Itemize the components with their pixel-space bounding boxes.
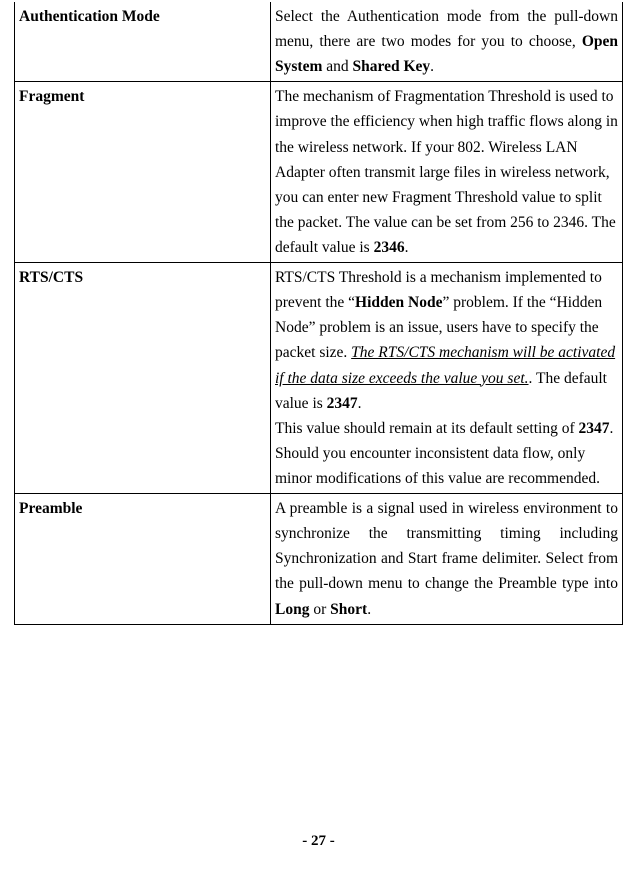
- setting-desc-rts-cts: RTS/CTS Threshold is a mechanism impleme…: [271, 263, 623, 494]
- setting-label-preamble: Preamble: [15, 494, 271, 625]
- table-row: Preamble A preamble is a signal used in …: [15, 494, 623, 625]
- table-row: Authentication Mode Select the Authentic…: [15, 2, 623, 82]
- setting-desc-authentication-mode: Select the Authentication mode from the …: [271, 2, 623, 82]
- setting-label-authentication-mode: Authentication Mode: [15, 2, 271, 82]
- rts-cts-paragraph-1: RTS/CTS Threshold is a mechanism impleme…: [275, 265, 618, 416]
- setting-desc-preamble: A preamble is a signal used in wireless …: [271, 494, 623, 625]
- setting-label-fragment: Fragment: [15, 82, 271, 263]
- table-row: Fragment The mechanism of Fragmentation …: [15, 82, 623, 263]
- setting-desc-fragment: The mechanism of Fragmentation Threshold…: [271, 82, 623, 263]
- page-content: Authentication Mode Select the Authentic…: [0, 0, 637, 625]
- rts-cts-paragraph-2: This value should remain at its default …: [275, 416, 618, 491]
- setting-label-rts-cts: RTS/CTS: [15, 263, 271, 494]
- page-number: - 27 -: [0, 833, 637, 850]
- settings-table: Authentication Mode Select the Authentic…: [14, 2, 623, 625]
- table-row: RTS/CTS RTS/CTS Threshold is a mechanism…: [15, 263, 623, 494]
